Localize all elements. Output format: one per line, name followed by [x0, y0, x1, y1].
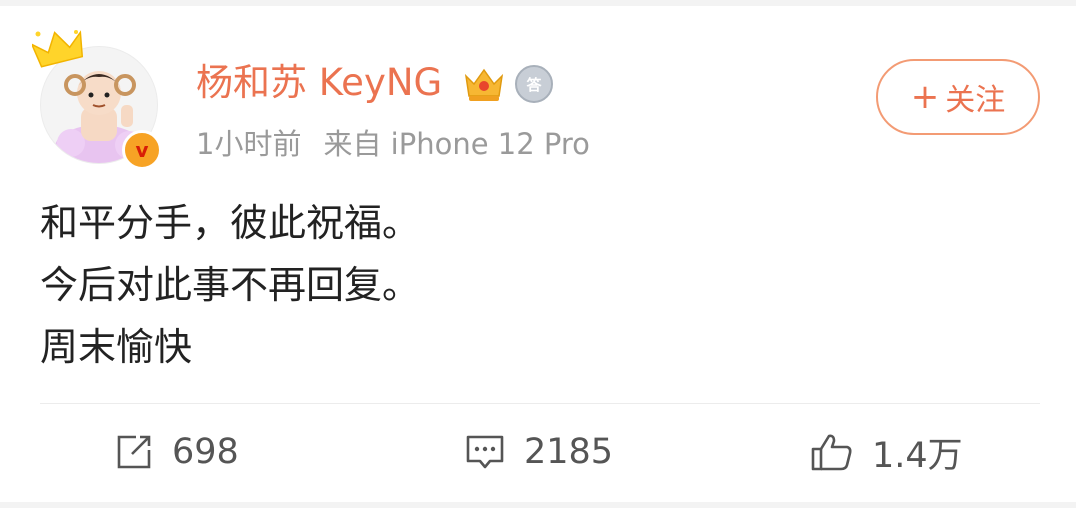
post-time: 1小时前	[196, 127, 302, 161]
follow-label: 关注	[945, 83, 1006, 118]
post-source: 来自 iPhone 12 Pro	[323, 127, 590, 161]
repost-icon	[117, 435, 151, 469]
repost-count: 698	[172, 432, 239, 472]
follow-button[interactable]: + 关注	[876, 59, 1040, 135]
divider	[40, 403, 1040, 404]
gem-crown-icon[interactable]	[462, 64, 506, 104]
comment-button[interactable]: 2185	[464, 426, 613, 478]
crown-icon	[32, 30, 84, 68]
avatar-container[interactable]: v	[30, 28, 170, 170]
medal-icon[interactable]: 答	[515, 65, 553, 103]
verified-badge: v	[122, 130, 162, 170]
repost-button[interactable]: 698	[114, 426, 239, 478]
post-meta: 1小时前 来自 iPhone 12 Pro	[196, 124, 590, 164]
top-separator	[0, 0, 1076, 6]
like-button[interactable]: 1.4万	[810, 426, 963, 478]
plus-icon: +	[910, 77, 940, 117]
comment-icon	[466, 435, 504, 469]
bottom-separator	[0, 502, 1076, 508]
like-count: 1.4万	[872, 435, 963, 476]
post-content: 和平分手，彼此祝福。 今后对此事不再回复。 周末愉快	[40, 192, 1040, 378]
thumbs-up-icon	[811, 434, 852, 471]
post-line: 今后对此事不再回复。	[40, 263, 421, 307]
post-line: 周末愉快	[40, 325, 193, 369]
post-line: 和平分手，彼此祝福。	[40, 201, 421, 245]
comment-count: 2185	[524, 432, 614, 472]
username[interactable]: 杨和苏 KeyNG	[196, 58, 442, 108]
